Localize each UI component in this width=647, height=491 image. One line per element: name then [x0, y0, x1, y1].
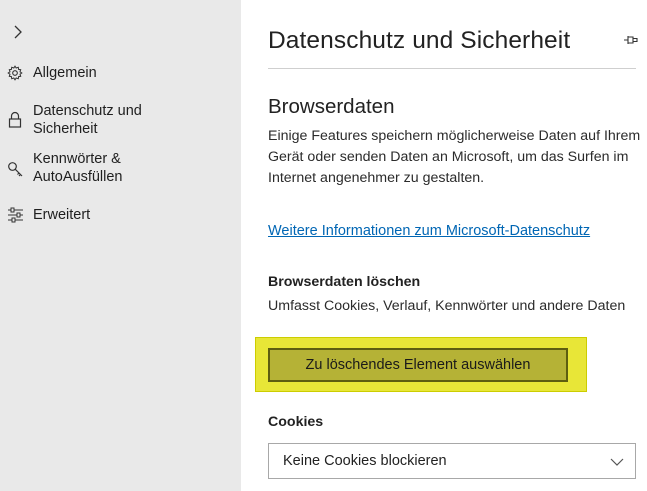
clear-data-heading: Browserdaten löschen: [268, 274, 421, 290]
pin-icon[interactable]: [622, 31, 640, 49]
sidebar-item-datenschutz[interactable]: Datenschutz und Sicherheit: [0, 102, 241, 142]
sidebar-item-label: Erweitert: [33, 207, 91, 223]
sidebar-item-label: Datenschutz und Sicherheit: [33, 103, 142, 137]
cookies-select-value: Keine Cookies blockieren: [283, 453, 447, 469]
key-icon: [6, 160, 24, 178]
sidebar-item-allgemein[interactable]: Allgemein: [0, 62, 241, 84]
sidebar: Allgemein Datenschutz und Sicherheit Ken…: [0, 0, 241, 491]
cookies-select[interactable]: Keine Cookies blockieren: [268, 443, 636, 479]
sidebar-item-label: Allgemein: [33, 65, 97, 81]
sidebar-item-erweitert[interactable]: Erweitert: [0, 206, 241, 228]
lock-icon: [6, 110, 24, 128]
sidebar-item-label: Kennwörter & AutoAusfüllen: [33, 151, 123, 185]
clear-data-description: Umfasst Cookies, Verlauf, Kennwörter und…: [268, 298, 626, 314]
chevron-down-icon: [609, 454, 625, 470]
page-title: Datenschutz und Sicherheit: [268, 27, 571, 54]
cookies-heading: Cookies: [268, 414, 324, 430]
choose-what-to-clear-button[interactable]: Zu löschendes Element auswählen: [268, 348, 568, 382]
expand-chevron-icon[interactable]: [6, 20, 30, 44]
browserdata-heading: Browserdaten: [268, 95, 395, 118]
privacy-info-link[interactable]: Weitere Informationen zum Microsoft-Date…: [268, 221, 647, 241]
sidebar-item-kennwoerter[interactable]: Kennwörter & AutoAusfüllen: [0, 148, 241, 188]
gear-icon: [6, 64, 24, 82]
title-divider: [268, 68, 636, 69]
settings-panel: Datenschutz und Sicherheit Browserdaten …: [241, 0, 647, 491]
sliders-icon: [6, 206, 24, 224]
browserdata-description: Einige Features speichern möglicherweise…: [268, 128, 641, 186]
